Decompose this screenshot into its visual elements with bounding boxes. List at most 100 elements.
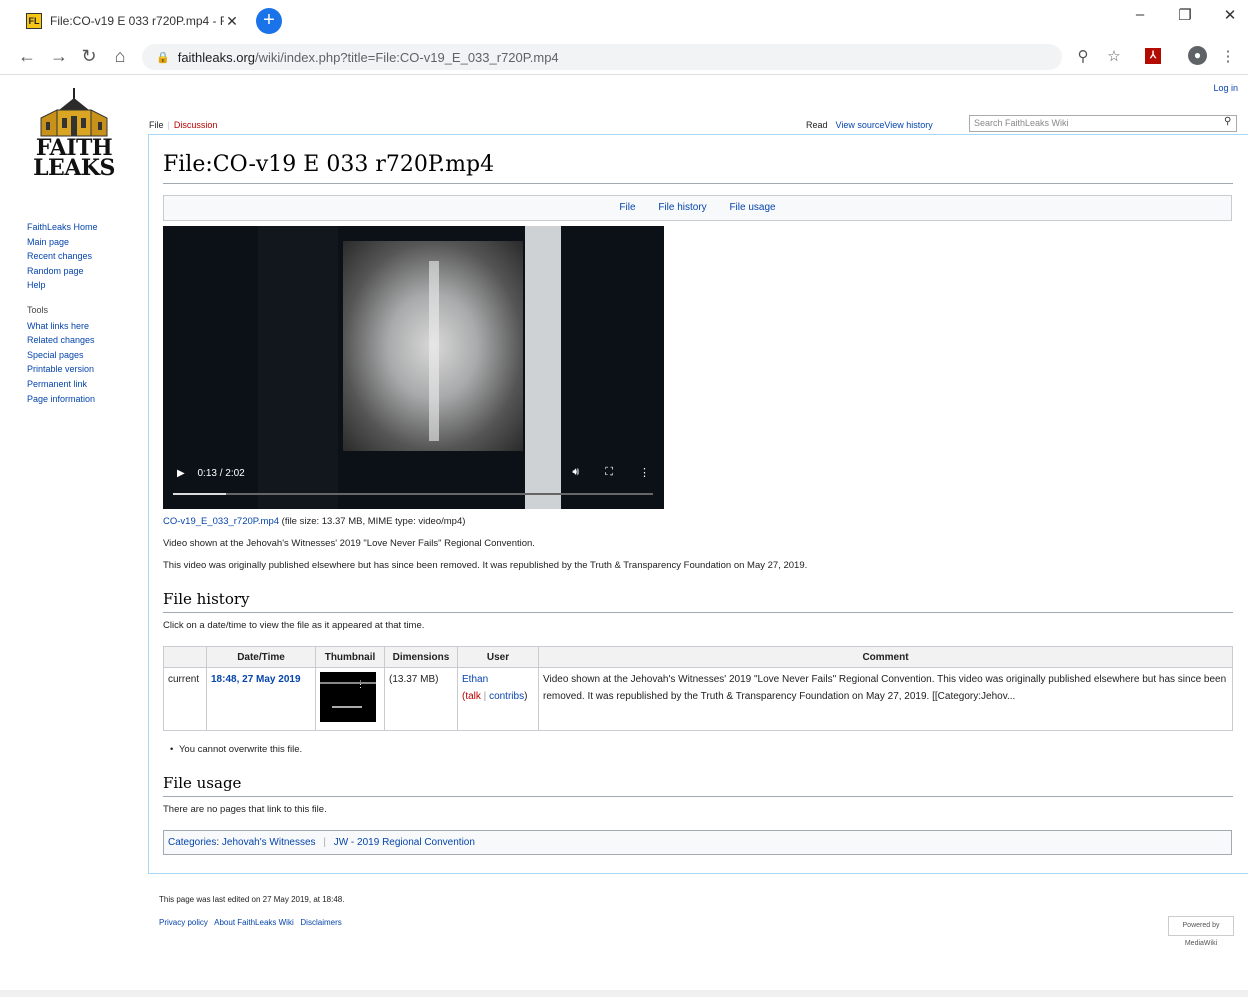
contribs-link[interactable]: contribs bbox=[489, 691, 524, 702]
thumbnail-image[interactable]: ⋮ bbox=[320, 672, 376, 722]
category-link-jehovahs-witnesses[interactable]: Jehovah's Witnesses bbox=[222, 837, 316, 848]
file-toc-history[interactable]: File history bbox=[658, 202, 706, 213]
fullscreen-icon[interactable]: ⛶ bbox=[605, 466, 613, 479]
video-lightbox-right bbox=[525, 226, 561, 509]
row-status: current bbox=[163, 667, 207, 731]
title-divider bbox=[163, 183, 1233, 184]
home-icon[interactable]: ⌂ bbox=[109, 46, 131, 67]
profile-avatar-icon[interactable]: ● bbox=[1188, 46, 1207, 65]
table-row: current 18:48, 27 May 2019 ⋮ (13.37 MB) … bbox=[163, 667, 1233, 731]
site-logo[interactable]: FAITH LEAKS bbox=[22, 88, 126, 188]
row-dimensions: (13.37 MB) bbox=[384, 667, 458, 731]
back-icon[interactable]: ← bbox=[16, 46, 38, 67]
sidebar-item-page-information[interactable]: Page information bbox=[27, 394, 95, 404]
sidebar-item-what-links-here[interactable]: What links here bbox=[27, 321, 89, 331]
lock-icon: 🔒 bbox=[156, 51, 170, 64]
footer-links: Privacy policy About FaithLeaks Wiki Dis… bbox=[159, 918, 342, 927]
tab-divider: | bbox=[167, 120, 170, 130]
row-datetime-link[interactable]: 18:48, 27 May 2019 bbox=[211, 674, 301, 685]
footer-link-disclaimers[interactable]: Disclaimers bbox=[300, 918, 341, 927]
tab-read[interactable]: Read bbox=[806, 120, 828, 130]
reload-icon[interactable]: ↻ bbox=[78, 46, 100, 67]
more-options-icon[interactable]: ⋮ bbox=[639, 466, 650, 479]
zoom-icon[interactable]: ⚲ bbox=[1073, 47, 1093, 65]
sidebar-item-help[interactable]: Help bbox=[27, 280, 46, 290]
bookmark-star-icon[interactable]: ☆ bbox=[1104, 47, 1124, 65]
col-header-status bbox=[163, 646, 207, 668]
video-frame-xray bbox=[343, 241, 523, 451]
video-frame-left bbox=[258, 226, 338, 509]
tab-view-history[interactable]: View history bbox=[884, 120, 932, 130]
overwrite-note: • You cannot overwrite this file. bbox=[170, 744, 302, 755]
powered-by-mediawiki-badge[interactable]: Powered by MediaWiki bbox=[1168, 916, 1234, 947]
video-progress-fill bbox=[173, 493, 226, 495]
talk-link[interactable]: talk bbox=[465, 691, 481, 702]
tab-title: File:CO-v19 E 033 r720P.mp4 - Fa bbox=[50, 14, 224, 28]
tab-file[interactable]: File bbox=[149, 120, 164, 130]
col-header-datetime: Date/Time bbox=[206, 646, 316, 668]
bullet-icon: • bbox=[170, 744, 174, 755]
categories-label-link[interactable]: Categories bbox=[168, 837, 216, 848]
paren-close: ) bbox=[524, 691, 528, 702]
sidebar-item-recent-changes[interactable]: Recent changes bbox=[27, 251, 92, 261]
search-icon[interactable]: ⚲ bbox=[1224, 116, 1231, 127]
volume-icon[interactable]: 🔊︎ bbox=[572, 466, 579, 479]
forward-icon[interactable]: → bbox=[48, 46, 70, 67]
file-toc-file[interactable]: File bbox=[619, 202, 635, 213]
page-title: File:CO-v19 E 033 r720P.mp4 bbox=[163, 152, 495, 177]
menu-dots-icon[interactable]: ⋮ bbox=[1218, 47, 1238, 65]
file-info: (file size: 13.37 MB, MIME type: video/m… bbox=[279, 516, 466, 527]
login-link[interactable]: Log in bbox=[1213, 83, 1238, 93]
tab-discussion[interactable]: Discussion bbox=[174, 120, 218, 130]
window-bottom-edge bbox=[0, 990, 1248, 997]
description-1: Video shown at the Jehovah's Witnesses' … bbox=[163, 538, 535, 549]
minimize-icon[interactable]: – bbox=[1125, 6, 1155, 23]
category-link-jw-2019-regional-convention[interactable]: JW - 2019 Regional Convention bbox=[334, 837, 475, 848]
file-toc-usage[interactable]: File usage bbox=[729, 202, 775, 213]
address-bar-row: ← → ↻ ⌂ 🔒 faithleaks.org/wiki/index.php?… bbox=[0, 40, 1248, 75]
close-tab-icon[interactable]: ✕ bbox=[224, 13, 240, 30]
footer-last-edited: This page was last edited on 27 May 2019… bbox=[159, 895, 345, 904]
tab-view-source[interactable]: View source bbox=[836, 120, 885, 130]
video-time: 0:13 / 2:02 bbox=[197, 468, 245, 479]
video-controls-right: 🔊︎ ⛶ ⋮ bbox=[572, 466, 650, 479]
sidebar-item-special-pages[interactable]: Special pages bbox=[27, 350, 84, 360]
video-player[interactable]: ▶ 0:13 / 2:02 🔊︎ ⛶ ⋮ bbox=[163, 226, 664, 509]
sidebar-item-related-changes[interactable]: Related changes bbox=[27, 335, 95, 345]
video-progress-bar[interactable] bbox=[173, 493, 653, 495]
footer-link-about[interactable]: About FaithLeaks Wiki bbox=[214, 918, 294, 927]
sidebar-item-random-page[interactable]: Random page bbox=[27, 266, 84, 276]
row-thumbnail-cell: ⋮ bbox=[315, 667, 385, 731]
pdf-extension-icon[interactable]: ⅄ bbox=[1145, 48, 1161, 64]
row-comment: Video shown at the Jehovah's Witnesses' … bbox=[538, 667, 1233, 731]
sidebar-item-faithleaks-home[interactable]: FaithLeaks Home bbox=[27, 222, 98, 232]
overwrite-note-text: You cannot overwrite this file. bbox=[178, 744, 303, 755]
logo-text-leaks: LEAKS bbox=[33, 155, 115, 181]
sidebar: FaithLeaks Home Main page Recent changes… bbox=[27, 220, 98, 406]
search-input[interactable]: Search FaithLeaks Wiki bbox=[969, 115, 1237, 132]
restore-icon[interactable]: ❐ bbox=[1170, 6, 1200, 24]
sidebar-item-printable-version[interactable]: Printable version bbox=[27, 364, 94, 374]
user-link[interactable]: Ethan bbox=[462, 674, 488, 685]
categories-box: Categories: Jehovah's Witnesses | JW - 2… bbox=[163, 830, 1232, 855]
namespace-tabs: File | Discussion bbox=[149, 120, 217, 130]
table-header-row: Date/Time Thumbnail Dimensions User Comm… bbox=[163, 646, 1233, 668]
view-tabs: Read View source View history bbox=[806, 120, 933, 130]
play-icon[interactable]: ▶ bbox=[177, 468, 185, 479]
footer-link-privacy[interactable]: Privacy policy bbox=[159, 918, 208, 927]
file-link[interactable]: CO-v19_E_033_r720P.mp4 bbox=[163, 516, 279, 527]
close-window-icon[interactable]: ✕ bbox=[1215, 6, 1245, 24]
new-tab-button[interactable]: + bbox=[256, 8, 282, 34]
file-toc: File File history File usage bbox=[163, 195, 1232, 221]
row-user-cell: Ethan (talk | contribs) bbox=[457, 667, 539, 731]
sidebar-tools-header: Tools bbox=[27, 304, 49, 315]
url-input[interactable]: 🔒 faithleaks.org/wiki/index.php?title=Fi… bbox=[142, 44, 1062, 70]
file-usage-heading: File usage bbox=[163, 774, 242, 792]
sidebar-item-permanent-link[interactable]: Permanent link bbox=[27, 379, 87, 389]
church-logo-icon bbox=[39, 88, 109, 138]
history-divider bbox=[163, 612, 1233, 613]
description-2: This video was originally published else… bbox=[163, 560, 808, 571]
history-note: Click on a date/time to view the file as… bbox=[163, 620, 425, 631]
sidebar-item-main-page[interactable]: Main page bbox=[27, 237, 69, 247]
browser-tab[interactable]: FL File:CO-v19 E 033 r720P.mp4 - Fa ✕ bbox=[14, 7, 246, 35]
